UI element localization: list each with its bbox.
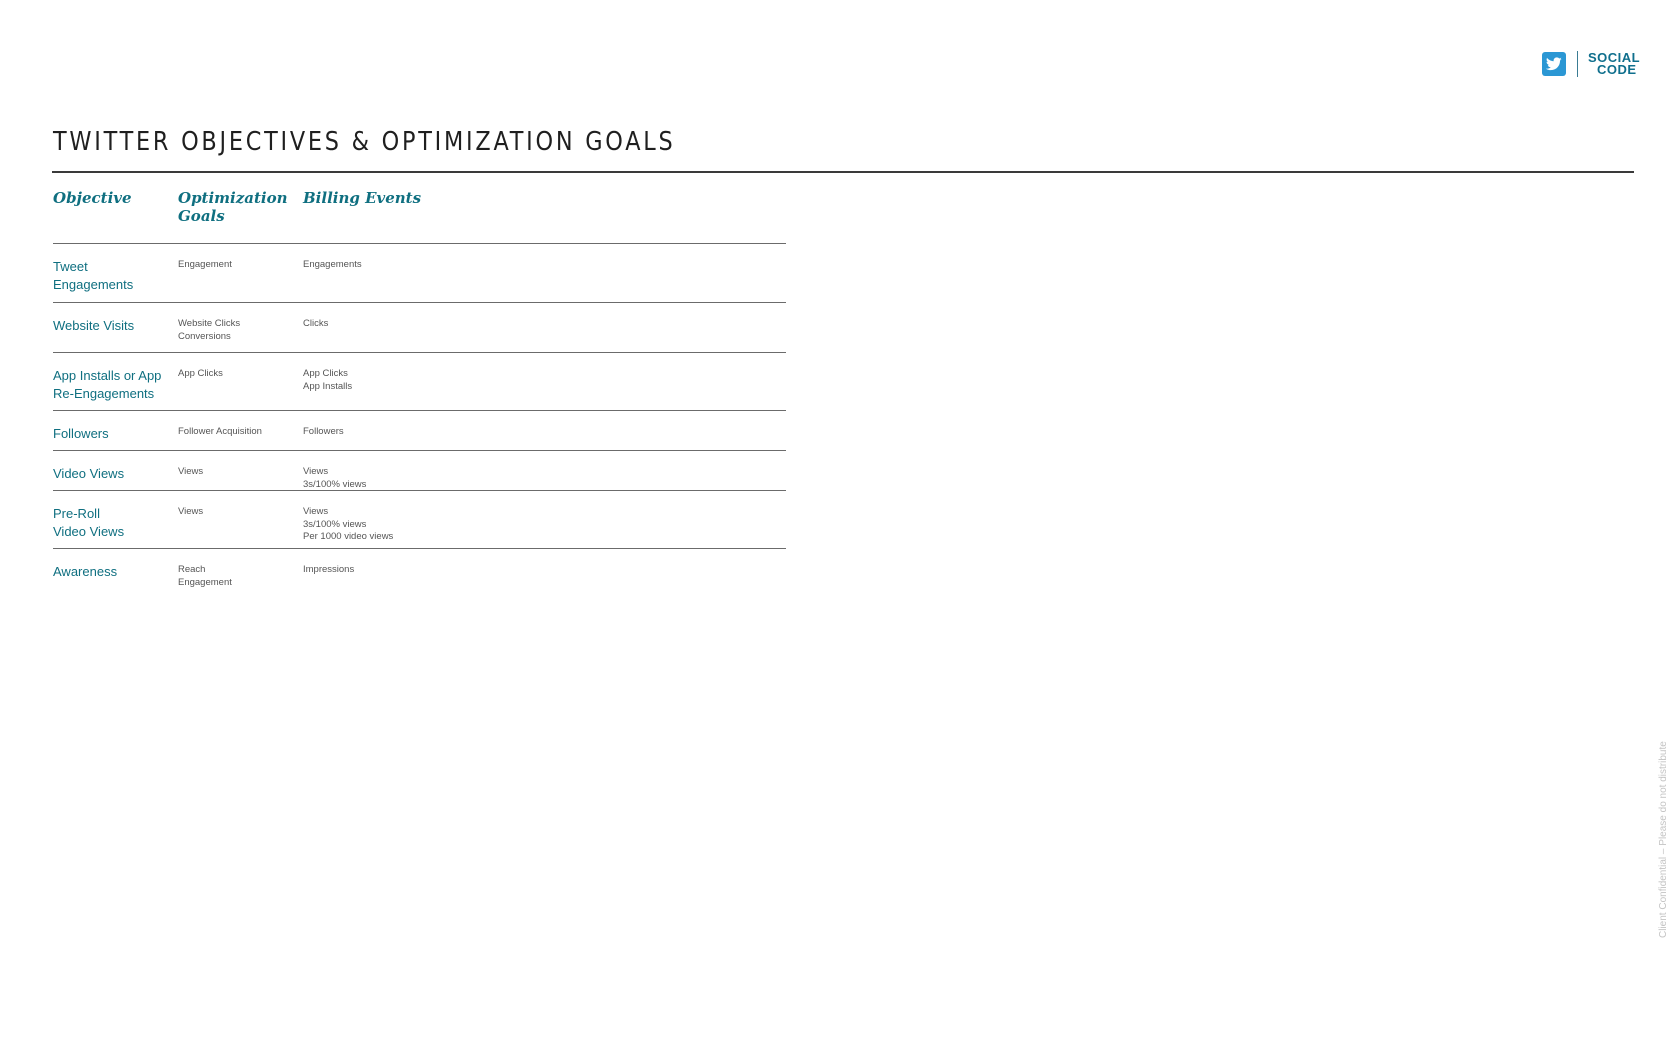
objective-cell: Video Views (53, 465, 178, 490)
objective-line: App Installs or App (53, 368, 162, 383)
table-row: Website Visits Website Clicks Conversion… (53, 303, 786, 353)
objective-cell: Followers (53, 425, 178, 450)
billing-event: Followers (303, 426, 344, 437)
billing-event: Views (303, 506, 329, 517)
logo-divider (1577, 51, 1578, 77)
optimization-goal: Views (178, 466, 204, 477)
objective-line: Re-Engagements (53, 386, 155, 401)
optimization-cell: Views (178, 505, 303, 548)
billing-cell: Followers (303, 425, 786, 450)
optimization-cell: Website Clicks Conversions (178, 317, 303, 352)
objective-line: Engagements (53, 277, 134, 292)
billing-event: Views (303, 466, 329, 477)
twitter-logo-icon (1542, 52, 1566, 76)
header-billing-events: Billing Events (303, 189, 422, 207)
billing-event: Per 1000 video views (303, 531, 394, 542)
optimization-goal: Conversions (178, 330, 231, 342)
billing-event: 3s/100% views (303, 518, 367, 530)
objective-cell: App Installs or App Re-Engagements (53, 367, 178, 410)
objective-line: Website Visits (53, 318, 135, 333)
objective-cell: Pre-Roll Video Views (53, 505, 178, 548)
header-logos: SOCIAL CODE (1542, 50, 1640, 78)
billing-event: App Clicks (303, 368, 348, 379)
objective-line: Pre-Roll (53, 506, 100, 521)
objective-line: Video Views (53, 466, 125, 481)
table-row: Tweet Engagements Engagement Engagements (53, 244, 786, 303)
optimization-goal: App Clicks (178, 368, 223, 379)
billing-cell: Views 3s/100% views Per 1000 video views (303, 505, 786, 548)
socialcode-logo: SOCIAL CODE (1588, 51, 1640, 77)
optimization-goal: Engagement (178, 259, 232, 270)
table-row: Awareness Reach Engagement Impressions (53, 549, 786, 599)
optimization-cell: Follower Acquisition (178, 425, 303, 450)
optimization-goal: Follower Acquisition (178, 426, 262, 437)
objective-line: Video Views (53, 524, 125, 539)
objective-line: Followers (53, 426, 109, 441)
confidential-notice: Client Confidential – Please do not dist… (1658, 741, 1669, 938)
header-optimization-goals: Optimization Goals (178, 189, 288, 225)
objective-cell: Website Visits (53, 317, 178, 352)
objective-cell: Awareness (53, 563, 178, 599)
optimization-goal: Reach (178, 564, 206, 575)
optimization-goal: Engagement (178, 576, 232, 588)
brand-line-2: CODE (1597, 62, 1637, 77)
billing-event: Engagements (303, 259, 362, 270)
table-row: Video Views Views Views 3s/100% views (53, 451, 786, 491)
table-row: Followers Follower Acquisition Followers (53, 411, 786, 451)
billing-cell: Views 3s/100% views (303, 465, 786, 490)
objectives-table: Objective Optimization Goals Billing Eve… (53, 189, 786, 599)
billing-event: Impressions (303, 564, 355, 575)
table-header: Objective Optimization Goals Billing Eve… (53, 189, 786, 244)
billing-cell: Clicks (303, 317, 786, 352)
table-row: App Installs or App Re-Engagements App C… (53, 353, 786, 411)
optimization-cell: Reach Engagement (178, 563, 303, 599)
optimization-cell: App Clicks (178, 367, 303, 410)
title-divider (52, 171, 1634, 173)
billing-cell: Engagements (303, 258, 786, 302)
optimization-cell: Engagement (178, 258, 303, 302)
table-row: Pre-Roll Video Views Views Views 3s/100%… (53, 491, 786, 549)
optimization-goal: Views (178, 506, 204, 517)
objective-line: Awareness (53, 564, 118, 579)
billing-cell: Impressions (303, 563, 786, 599)
billing-cell: App Clicks App Installs (303, 367, 786, 410)
header-objective: Objective (53, 189, 132, 207)
optimization-cell: Views (178, 465, 303, 490)
billing-event: 3s/100% views (303, 478, 367, 490)
page-title: TWITTER OBJECTIVES & OPTIMIZATION GOALS (53, 127, 676, 157)
objective-cell: Tweet Engagements (53, 258, 178, 302)
objective-line: Tweet (53, 259, 88, 274)
billing-event: Clicks (303, 318, 329, 329)
optimization-goal: Website Clicks (178, 318, 241, 329)
billing-event: App Installs (303, 380, 353, 392)
